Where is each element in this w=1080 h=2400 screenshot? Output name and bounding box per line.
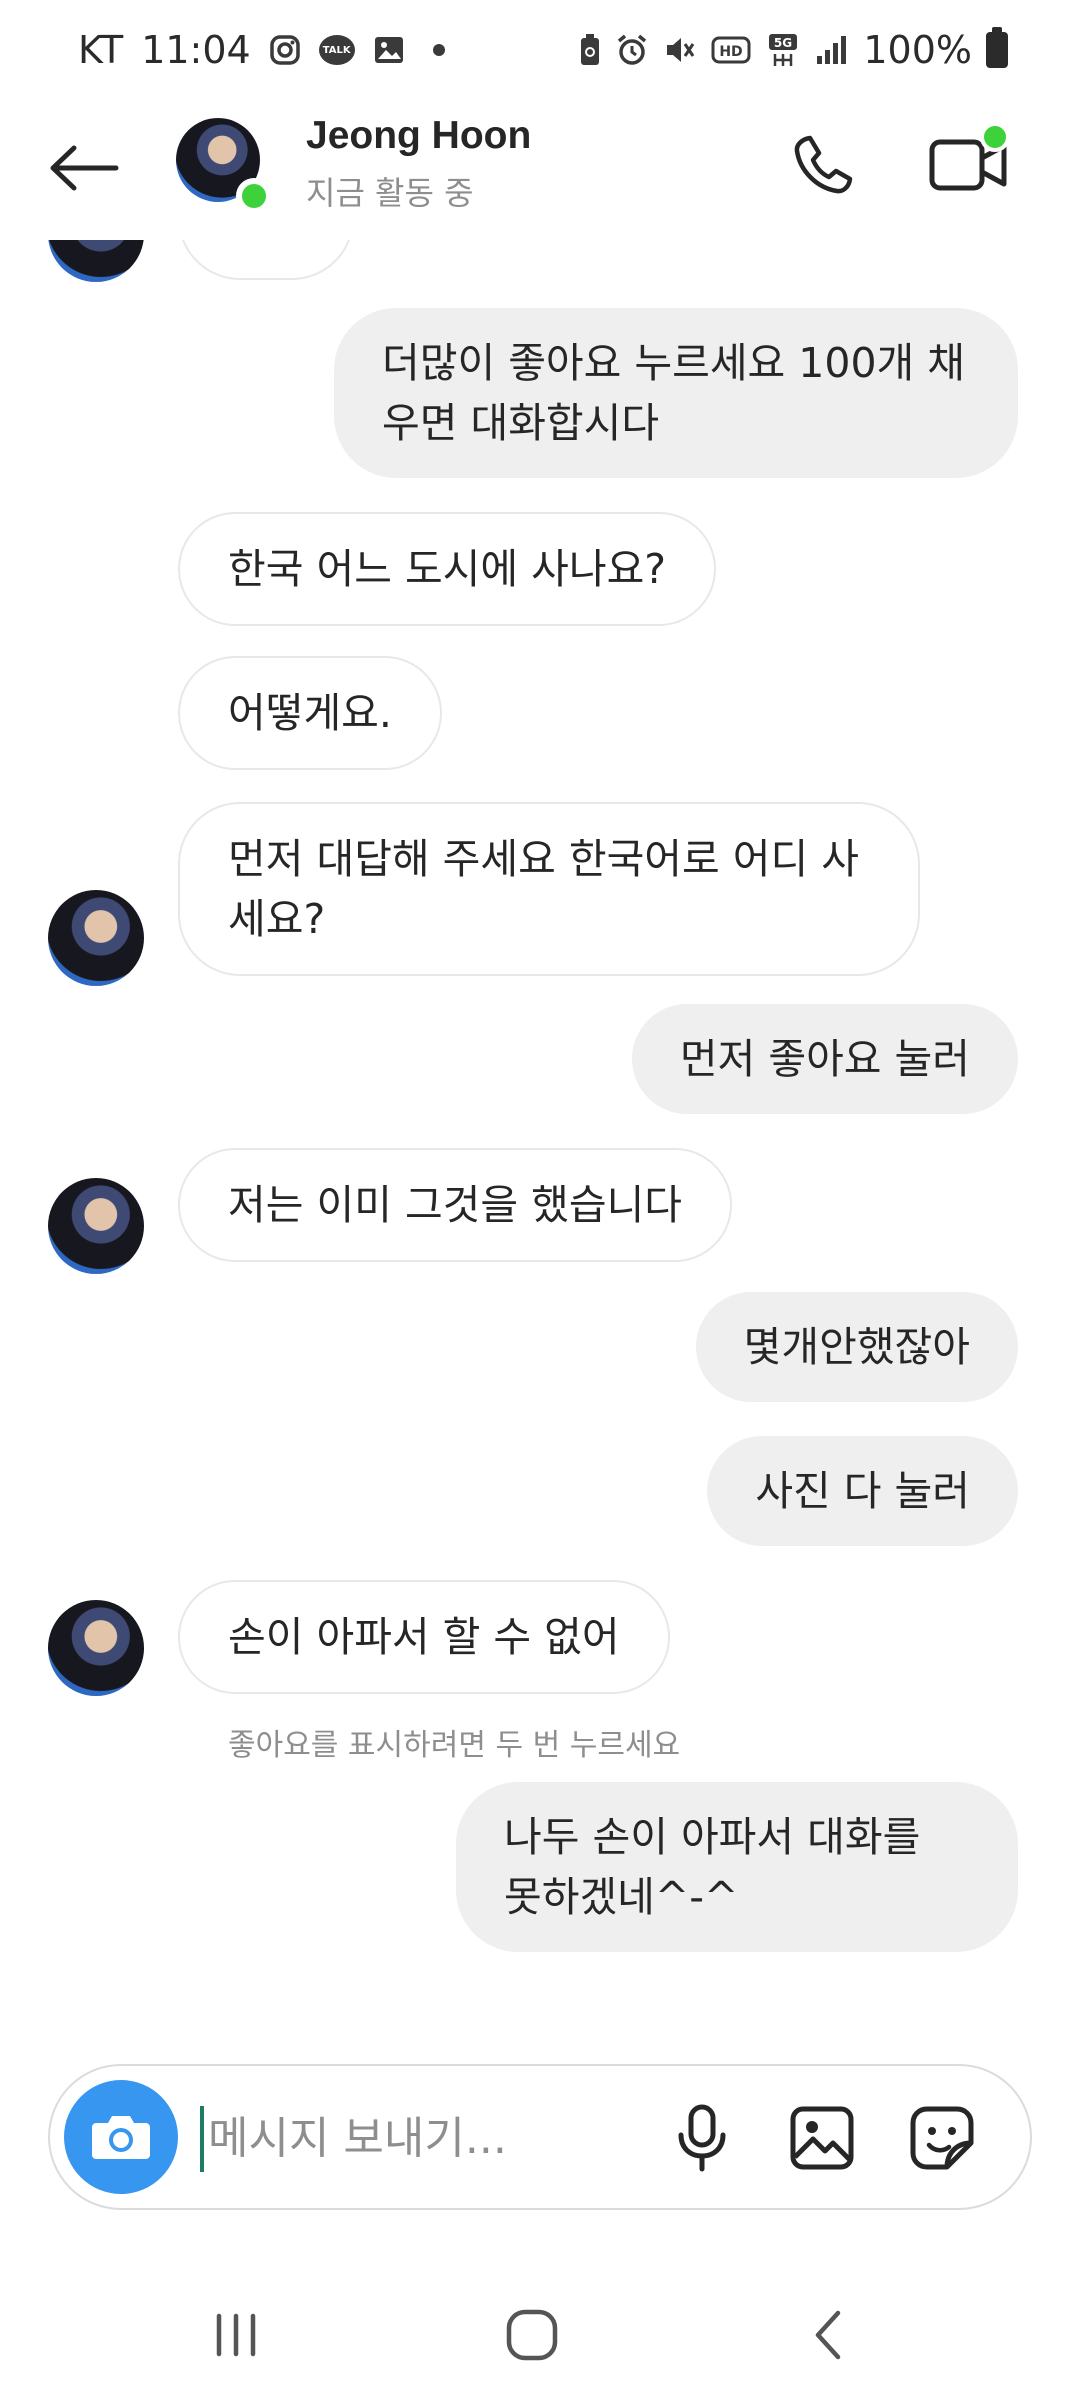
alarm-icon [615, 33, 649, 67]
audio-call-button[interactable] [784, 124, 864, 204]
text-cursor [200, 2106, 204, 2172]
phone-icon [794, 135, 853, 194]
battery-percent: 100% [863, 28, 972, 72]
message-text: 더많이 좋아요 누르세요 100개 채우면 대화합시다 [382, 339, 966, 447]
dm-chat-screen: KT 11:04 TALK HD 5G 100% Jeong Hoon 지금 활… [0, 0, 1080, 2400]
sender-avatar[interactable] [48, 1178, 144, 1274]
profile-avatar-button[interactable] [176, 118, 272, 214]
message-input[interactable] [208, 2102, 688, 2174]
hd-voice-icon: HD [711, 35, 751, 65]
double-tap-like-hint: 좋아요를 표시하려면 두 번 누르세요 [228, 1728, 681, 1763]
message-text: 사진 다 눌러 [755, 1467, 970, 1515]
camera-icon [92, 2116, 150, 2159]
voice-message-button[interactable] [666, 2102, 738, 2174]
battery-saver-icon [579, 33, 601, 67]
back-button[interactable] [44, 128, 124, 208]
gallery-button[interactable] [786, 2102, 858, 2174]
gallery-notification-icon [373, 34, 405, 66]
sticker-button[interactable] [906, 2102, 978, 2174]
message-bubble-outgoing[interactable]: 더많이 좋아요 누르세요 100개 채우면 대화합시다 [334, 308, 1018, 478]
sticker-icon [910, 2106, 974, 2170]
system-back-button[interactable] [778, 2290, 878, 2380]
status-bar: KT 11:04 TALK HD 5G 100% [0, 0, 1080, 100]
microphone-icon [678, 2104, 726, 2172]
message-bubble-incoming[interactable]: 한국 어느 도시에 사나요? [178, 512, 717, 626]
recents-icon [216, 2313, 256, 2357]
instagram-notification-icon [269, 34, 301, 66]
activity-status: 지금 활동 중 [306, 174, 474, 212]
message-bubble-outgoing[interactable]: 먼저 좋아요 눌러 [631, 1004, 1018, 1114]
message-bubble-incoming[interactable]: 어떻게요. [178, 656, 442, 770]
chevron-left-icon [815, 2310, 841, 2360]
message-composer [48, 2064, 1032, 2210]
message-text: 나두 손이 아파서 대화를 못하겠네^-^ [504, 1813, 921, 1921]
carrier-label: KT [78, 28, 124, 72]
message-bubble-incoming[interactable]: 먼저 대답해 주세요 한국어로 어디 사세요? [178, 802, 920, 976]
message-text: 저는 이미 그것을 했습니다 [228, 1181, 683, 1229]
battery-icon [986, 27, 1008, 68]
sender-avatar[interactable] [48, 240, 144, 282]
sender-avatar[interactable] [48, 890, 144, 986]
camera-button[interactable] [64, 2080, 178, 2194]
image-icon [790, 2106, 854, 2170]
hd-badge-text: HD [720, 44, 743, 60]
arrow-left-icon [50, 145, 119, 191]
status-right: HD 5G 100% [579, 27, 1008, 72]
network-type-text: 5G [774, 36, 792, 50]
chat-title[interactable]: Jeong Hoon 지금 활동 중 [306, 114, 531, 214]
message-text: 어떻게요. [228, 689, 392, 737]
5g-network-icon: 5G [765, 32, 801, 68]
recents-button[interactable] [186, 2290, 286, 2380]
system-navigation-bar [0, 2270, 1080, 2400]
message-text: 한국 어느 도시에 사나요? [228, 545, 667, 593]
message-bubble-incoming[interactable]: 안녕 [178, 240, 354, 280]
message-text: 먼저 대답해 주세요 한국어로 어디 사세요? [228, 835, 859, 943]
message-bubble-outgoing[interactable]: 나두 손이 아파서 대화를 못하겠네^-^ [456, 1782, 1018, 1952]
clock: 11:04 [141, 28, 251, 72]
more-notifications-dot-icon [432, 44, 445, 56]
video-active-dot [980, 122, 1010, 152]
message-list[interactable]: 안녕 더많이 좋아요 누르세요 100개 채우면 대화합시다 한국 어느 도시에… [0, 240, 1080, 2030]
signal-strength-icon [815, 34, 849, 66]
message-bubble-outgoing[interactable]: 사진 다 눌러 [707, 1436, 1018, 1546]
video-call-button[interactable] [924, 122, 1014, 204]
sender-avatar[interactable] [48, 1600, 144, 1696]
home-button[interactable] [482, 2290, 582, 2380]
chat-header: Jeong Hoon 지금 활동 중 [0, 100, 1080, 240]
mute-icon [663, 33, 697, 67]
message-bubble-incoming[interactable]: 저는 이미 그것을 했습니다 [178, 1148, 733, 1262]
online-status-dot [236, 178, 272, 214]
message-text: 손이 아파서 할 수 없어 [228, 1613, 620, 1661]
contact-name: Jeong Hoon [306, 114, 532, 157]
message-text: 먼저 좋아요 눌러 [679, 1035, 970, 1083]
status-left: KT 11:04 TALK [78, 28, 445, 72]
message-text: 몇개안했잖아 [743, 1323, 970, 1371]
kakaotalk-notification-icon: TALK [318, 35, 355, 65]
message-bubble-outgoing[interactable]: 몇개안했잖아 [695, 1292, 1018, 1402]
message-bubble-incoming[interactable]: 손이 아파서 할 수 없어 [178, 1580, 670, 1694]
home-icon [506, 2309, 558, 2361]
